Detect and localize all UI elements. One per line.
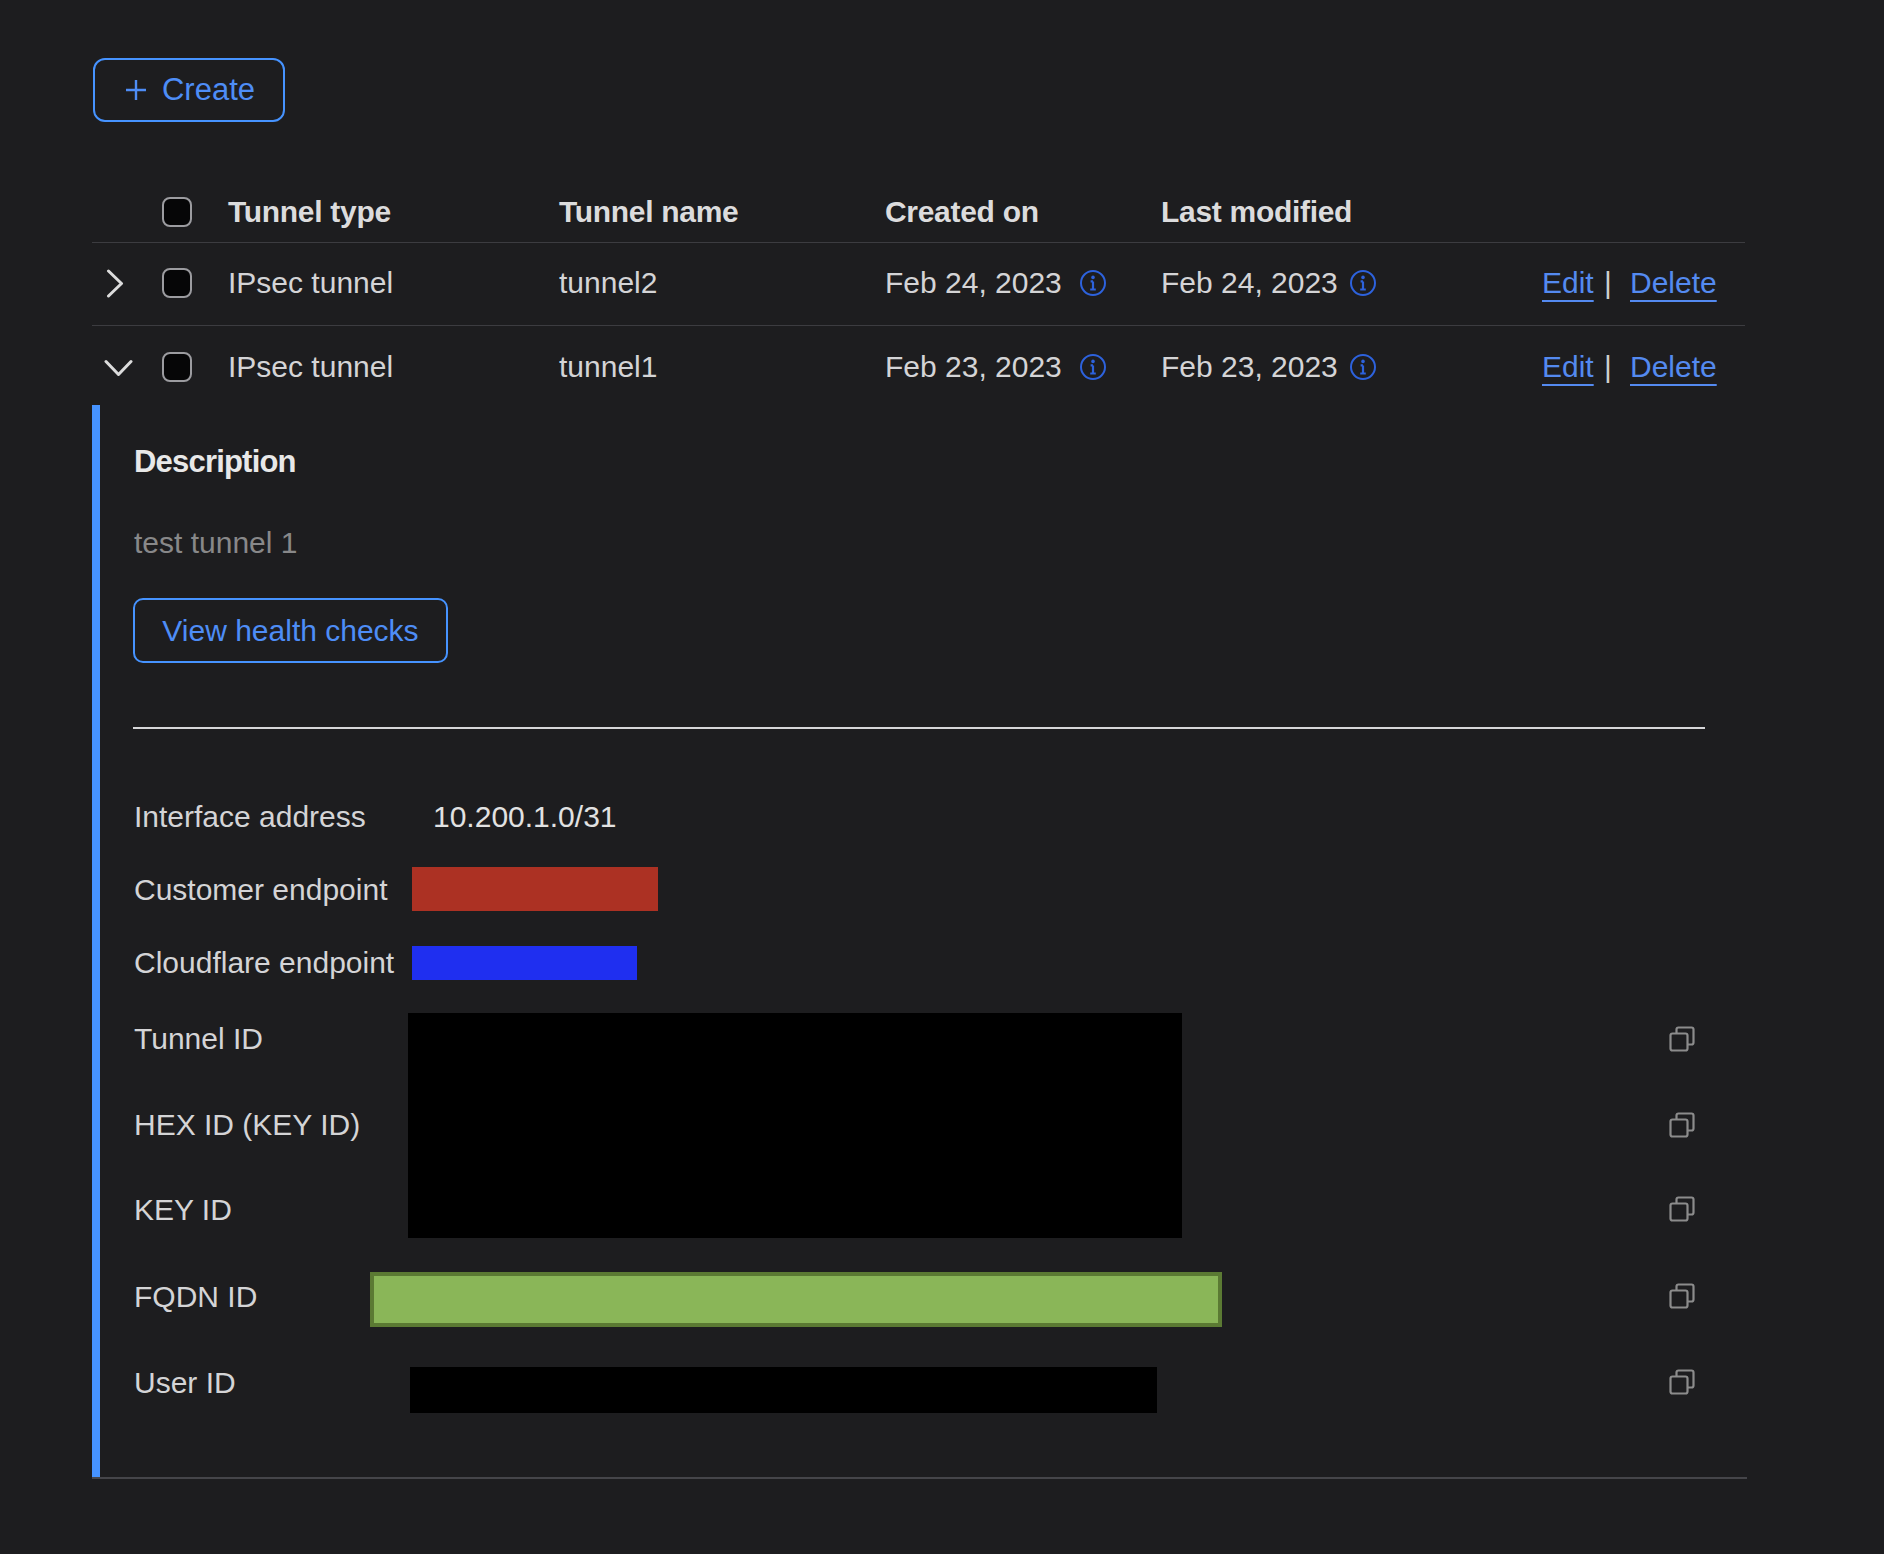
plus-icon — [123, 77, 149, 103]
field-label-tunnel-id: Tunnel ID — [134, 1022, 263, 1056]
user-id-redaction — [410, 1367, 1157, 1413]
tunnel-name-cell: tunnel1 — [559, 350, 657, 384]
row-divider — [92, 325, 1745, 326]
create-button-label: Create — [162, 72, 255, 108]
field-value-interface-address: 10.200.1.0/31 — [433, 800, 617, 834]
expanded-panel-accent-bar — [92, 405, 100, 1477]
tunnel-name-cell: tunnel2 — [559, 266, 657, 300]
field-label-key-id: KEY ID — [134, 1193, 232, 1227]
description-text: test tunnel 1 — [134, 526, 297, 560]
info-icon[interactable] — [1079, 269, 1107, 297]
column-header-last-modified: Last modified — [1161, 195, 1352, 229]
select-all-checkbox[interactable] — [162, 197, 192, 227]
tunnel-type-cell: IPsec tunnel — [228, 350, 393, 384]
last-modified-cell: Feb 24, 2023 — [1161, 266, 1338, 300]
copy-icon[interactable] — [1669, 1026, 1695, 1052]
tunnel-id-redaction — [408, 1013, 1182, 1238]
chevron-down-icon[interactable] — [104, 359, 133, 377]
edit-link[interactable]: Edit — [1542, 266, 1594, 300]
copy-icon[interactable] — [1669, 1196, 1695, 1222]
field-label-customer-endpoint: Customer endpoint — [134, 873, 387, 907]
chevron-right-icon[interactable] — [106, 269, 124, 298]
field-label-cloudflare-endpoint: Cloudflare endpoint — [134, 946, 394, 980]
delete-link[interactable]: Delete — [1630, 350, 1717, 384]
info-icon[interactable] — [1349, 269, 1377, 297]
customer-endpoint-redaction — [412, 867, 658, 911]
created-on-cell: Feb 23, 2023 — [885, 350, 1062, 384]
delete-link[interactable]: Delete — [1630, 266, 1717, 300]
info-icon[interactable] — [1349, 353, 1377, 381]
field-label-fqdn-id: FQDN ID — [134, 1280, 257, 1314]
panel-bottom-divider — [92, 1477, 1747, 1479]
copy-icon[interactable] — [1669, 1369, 1695, 1395]
tunnels-page: { "create_button": { "label": "Create" }… — [0, 0, 1884, 1554]
action-separator: | — [1604, 266, 1612, 300]
column-header-created-on: Created on — [885, 195, 1039, 229]
create-button[interactable]: Create — [93, 58, 285, 122]
row-checkbox[interactable] — [162, 352, 192, 382]
copy-icon[interactable] — [1669, 1112, 1695, 1138]
tunnel-type-cell: IPsec tunnel — [228, 266, 393, 300]
edit-link[interactable]: Edit — [1542, 350, 1594, 384]
info-icon[interactable] — [1079, 353, 1107, 381]
row-checkbox[interactable] — [162, 268, 192, 298]
cloudflare-endpoint-redaction — [412, 946, 637, 980]
section-divider — [133, 727, 1705, 729]
view-health-checks-label: View health checks — [162, 614, 418, 648]
fqdn-id-redaction — [370, 1272, 1222, 1327]
description-label: Description — [134, 444, 296, 480]
field-label-hex-id: HEX ID (KEY ID) — [134, 1108, 360, 1142]
view-health-checks-button[interactable]: View health checks — [133, 598, 448, 663]
header-divider — [92, 242, 1745, 243]
column-header-tunnel-name: Tunnel name — [559, 195, 739, 229]
column-header-tunnel-type: Tunnel type — [228, 195, 391, 229]
last-modified-cell: Feb 23, 2023 — [1161, 350, 1338, 384]
field-label-interface-address: Interface address — [134, 800, 366, 834]
created-on-cell: Feb 24, 2023 — [885, 266, 1062, 300]
field-label-user-id: User ID — [134, 1366, 236, 1400]
action-separator: | — [1604, 350, 1612, 384]
copy-icon[interactable] — [1669, 1283, 1695, 1309]
